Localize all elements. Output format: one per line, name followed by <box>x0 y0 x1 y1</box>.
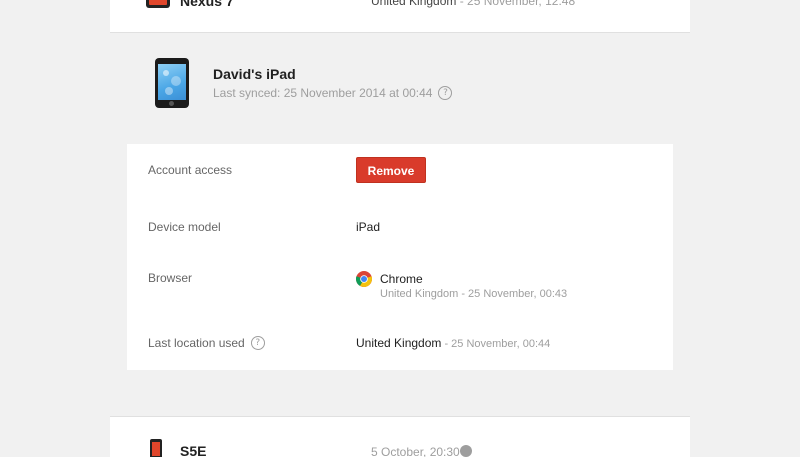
browser-location: United Kingdom - 25 November, 00:43 <box>380 288 568 300</box>
device-name: Nexus 7 <box>180 0 234 9</box>
browser-label: Browser <box>148 271 193 285</box>
device-header[interactable]: David's iPad Last synced: 25 November 20… <box>110 33 690 143</box>
account-access-label: Account access <box>148 163 233 177</box>
last-synced: Last synced: 25 November 2014 at 00:44? <box>213 85 453 101</box>
last-location-time: - 25 November, 00:44 <box>441 338 551 350</box>
tablet-icon <box>146 0 170 8</box>
device-location-country: United Kingdom <box>371 0 457 8</box>
device-model-value: iPad <box>356 220 381 234</box>
remove-button[interactable]: Remove <box>356 157 426 183</box>
last-location-label-text: Last location used <box>148 336 245 350</box>
device-list: Nexus 7 United Kingdom - 25 November, 12… <box>110 0 690 457</box>
last-location-country: United Kingdom <box>356 336 442 350</box>
ipad-icon <box>155 58 189 108</box>
device-location-time: - 25 November, 12:48 <box>456 0 576 8</box>
device-details-panel: Account access Remove Device model iPad … <box>127 144 673 370</box>
device-card-nexus[interactable]: Nexus 7 United Kingdom - 25 November, 12… <box>110 0 690 33</box>
phone-icon <box>150 439 162 457</box>
last-location-value: United Kingdom - 25 November, 00:44 <box>356 336 550 350</box>
help-icon[interactable]: ? <box>438 85 453 100</box>
device-location: 5 October, 20:30 <box>371 445 460 457</box>
ipad-screen <box>158 64 186 100</box>
device-card-expanded: David's iPad Last synced: 25 November 20… <box>110 33 690 415</box>
last-synced-text: Last synced: 25 November 2014 at 00:44 <box>213 86 433 100</box>
device-card-s5e[interactable]: S5E 5 October, 20:30 <box>110 416 690 457</box>
chrome-icon <box>356 271 372 287</box>
browser-name: Chrome <box>380 272 423 286</box>
device-title: David's iPad <box>213 66 296 82</box>
device-location: United Kingdom - 25 November, 12:48 <box>371 0 575 8</box>
help-icon[interactable]: ? <box>250 335 265 350</box>
ipad-home-button <box>169 101 174 106</box>
device-name: S5E <box>180 443 207 457</box>
device-model-label: Device model <box>148 220 221 234</box>
info-icon[interactable] <box>460 445 472 457</box>
last-location-label: Last location used? <box>148 335 265 351</box>
